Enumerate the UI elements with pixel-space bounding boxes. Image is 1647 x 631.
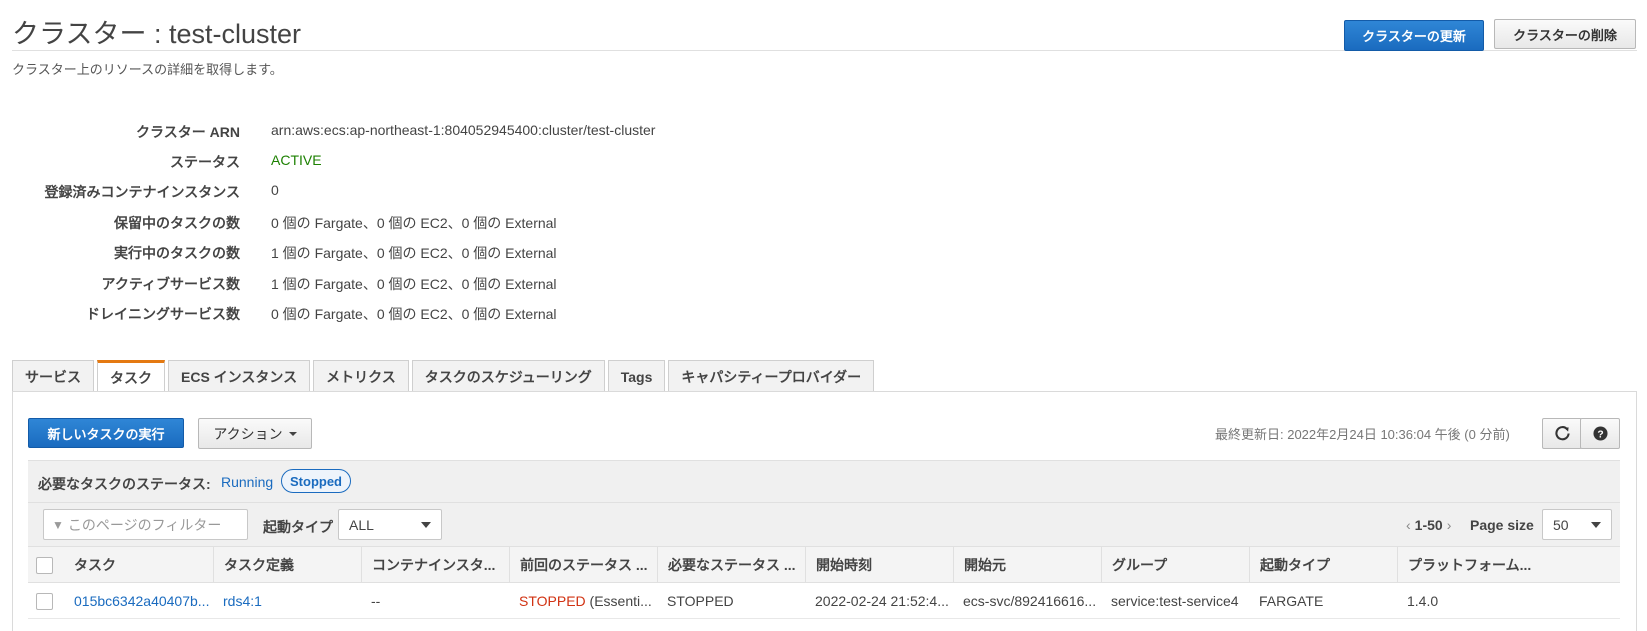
column-header-group[interactable]: グループ bbox=[1101, 547, 1249, 583]
filter-placeholder: このページのフィルター bbox=[67, 516, 222, 533]
started-at-cell: 2022-02-24 21:52:4... bbox=[815, 593, 949, 609]
select-all-checkbox[interactable] bbox=[36, 556, 53, 574]
group-cell: service:test-service4 bbox=[1111, 593, 1239, 609]
detail-value: 1 個の Fargate、0 個の EC2、0 個の External bbox=[271, 245, 557, 261]
next-page-icon[interactable]: › bbox=[1447, 517, 1452, 533]
tasks-table-header: タスク タスク定義 コンテナインスタ... 前回のステータス ... 必要なステ… bbox=[28, 547, 1620, 583]
status-stopped-option[interactable]: Stopped bbox=[281, 469, 351, 493]
chevron-down-icon bbox=[1591, 521, 1601, 528]
page-subtitle: クラスター上のリソースの詳細を取得します。 bbox=[12, 62, 283, 77]
detail-value: 1 個の Fargate、0 個の EC2、0 個の External bbox=[271, 276, 557, 292]
column-header-container-instance[interactable]: コンテナインスタ... bbox=[361, 547, 509, 583]
cluster-status-value: ACTIVE bbox=[271, 152, 322, 168]
select-all-cell bbox=[28, 547, 64, 583]
page-size-label: Page size bbox=[1470, 517, 1534, 533]
detail-value: 0 bbox=[271, 182, 279, 198]
column-header-platform-version[interactable]: プラットフォーム... bbox=[1397, 547, 1620, 583]
run-new-task-button[interactable]: 新しいタスクの実行 bbox=[28, 418, 184, 448]
tab-capacity-providers[interactable]: キャパシティープロバイダー bbox=[668, 360, 875, 392]
chevron-down-icon bbox=[421, 521, 431, 528]
pagination: ‹ 1-50 › bbox=[1402, 517, 1455, 533]
page-title: クラスター : test-cluster bbox=[12, 19, 301, 49]
last-updated-text: 最終更新日: 2022年2月24日 10:36:04 午後 (0 分前) bbox=[1215, 427, 1510, 442]
last-status-value: STOPPED bbox=[519, 593, 586, 609]
desired-status-label: 必要なタスクのステータス: bbox=[38, 476, 211, 492]
cluster-tabs: サービス タスク ECS インスタンス メトリクス タスクのスケジューリング T… bbox=[12, 360, 877, 393]
svg-text:?: ? bbox=[1597, 429, 1603, 440]
last-status-cell: STOPPED (Essenti... bbox=[509, 583, 657, 619]
detail-label: ステータス bbox=[170, 154, 240, 170]
page-size-value: 50 bbox=[1553, 516, 1569, 533]
launch-type-label: 起動タイプ bbox=[263, 519, 333, 535]
column-header-desired-status[interactable]: 必要なステータス ... bbox=[657, 547, 805, 583]
tab-services[interactable]: サービス bbox=[12, 360, 94, 392]
started-by-cell: ecs-svc/892416616... bbox=[963, 593, 1097, 609]
column-header-task[interactable]: タスク bbox=[64, 547, 213, 583]
detail-label: 登録済みコンテナインスタンス bbox=[44, 184, 240, 200]
launch-type-select[interactable]: ALL bbox=[338, 509, 442, 540]
tab-tags[interactable]: Tags bbox=[607, 360, 666, 392]
refresh-icon bbox=[1554, 426, 1570, 441]
launch-type-cell: FARGATE bbox=[1259, 593, 1324, 609]
detail-value: arn:aws:ecs:ap-northeast-1:804052945400:… bbox=[271, 122, 656, 138]
tab-metrics[interactable]: メトリクス bbox=[313, 360, 409, 392]
tab-scheduled-tasks[interactable]: タスクのスケジューリング bbox=[411, 360, 605, 392]
detail-value: 0 個の Fargate、0 個の EC2、0 個の External bbox=[271, 306, 557, 322]
actions-dropdown-button[interactable]: アクション bbox=[198, 418, 312, 449]
column-header-launch-type[interactable]: 起動タイプ bbox=[1249, 547, 1397, 583]
delete-cluster-button[interactable]: クラスターの削除 bbox=[1494, 19, 1636, 49]
actions-label: アクション bbox=[213, 425, 283, 442]
column-header-started-at[interactable]: 開始時刻 bbox=[805, 547, 953, 583]
column-header-started-by[interactable]: 開始元 bbox=[953, 547, 1101, 583]
task-id-link[interactable]: 015bc6342a40407b... bbox=[74, 593, 209, 609]
detail-label: ドレイニングサービス数 bbox=[86, 306, 240, 322]
container-instance-cell: -- bbox=[371, 593, 381, 609]
help-icon: ? bbox=[1592, 426, 1608, 441]
tab-tasks[interactable]: タスク bbox=[97, 360, 165, 393]
update-cluster-button[interactable]: クラスターの更新 bbox=[1344, 20, 1484, 51]
table-row[interactable]: 015bc6342a40407b... rds4:1 -- STOPPED (E… bbox=[28, 583, 1620, 619]
tab-ecs-instances[interactable]: ECS インスタンス bbox=[168, 360, 311, 392]
detail-label: 実行中のタスクの数 bbox=[114, 245, 240, 261]
detail-value: 0 個の Fargate、0 個の EC2、0 個の External bbox=[271, 215, 557, 231]
column-header-task-definition[interactable]: タスク定義 bbox=[213, 547, 361, 583]
status-running-option[interactable]: Running bbox=[221, 474, 273, 490]
platform-version-cell: 1.4.0 bbox=[1407, 593, 1439, 609]
page-filter-input[interactable]: ▼ このページのフィルター bbox=[43, 509, 248, 540]
prev-page-icon[interactable]: ‹ bbox=[1406, 517, 1411, 533]
row-select-cell bbox=[28, 583, 64, 619]
page-range: 1-50 bbox=[1414, 517, 1443, 533]
task-definition-link[interactable]: rds4:1 bbox=[223, 593, 262, 609]
detail-label: アクティブサービス数 bbox=[101, 276, 240, 292]
detail-label: クラスター ARN bbox=[136, 124, 240, 140]
help-button[interactable]: ? bbox=[1580, 418, 1620, 449]
desired-status-filter: 必要なタスクのステータス: Running Stopped bbox=[28, 460, 1620, 503]
caret-down-icon bbox=[288, 431, 297, 436]
last-status-detail: (Essenti... bbox=[585, 593, 652, 609]
filter-icon: ▼ bbox=[52, 517, 64, 532]
desired-status-cell: STOPPED bbox=[667, 593, 734, 609]
task-cell: 015bc6342a40407b... bbox=[64, 583, 213, 619]
row-checkbox[interactable] bbox=[36, 592, 53, 610]
task-definition-cell: rds4:1 bbox=[213, 583, 361, 619]
detail-label: 保留中のタスクの数 bbox=[114, 215, 240, 231]
page-size-select[interactable]: 50 bbox=[1542, 509, 1612, 540]
launch-type-value: ALL bbox=[349, 516, 374, 533]
task-filter-bar: ▼ このページのフィルター 起動タイプ ALL ‹ 1-50 › Page size… bbox=[28, 503, 1620, 547]
refresh-button[interactable] bbox=[1542, 418, 1582, 449]
column-header-last-status[interactable]: 前回のステータス ... bbox=[509, 547, 657, 583]
